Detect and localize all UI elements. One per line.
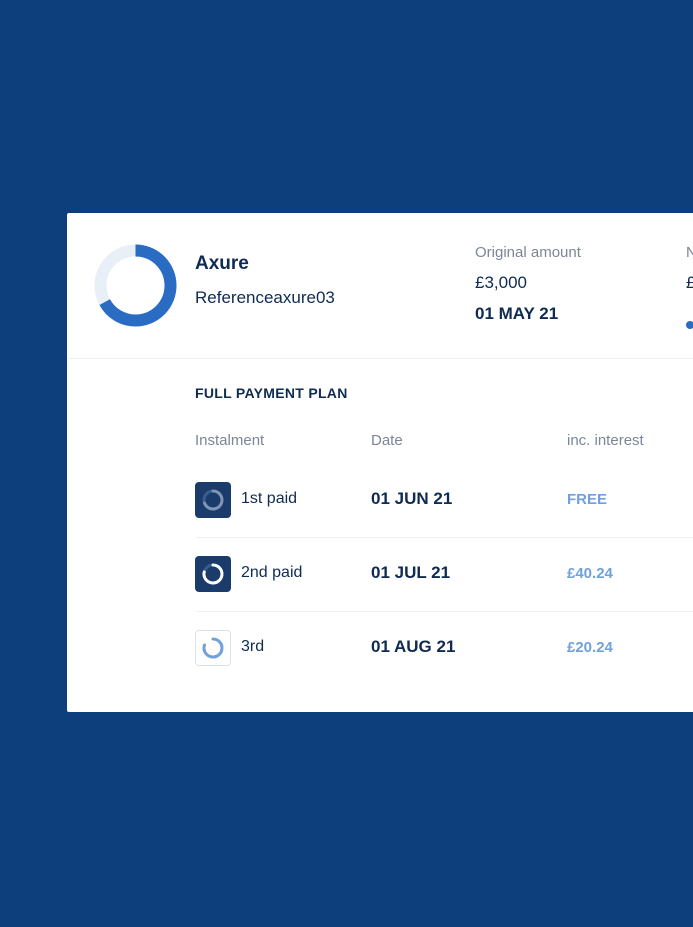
instalment-progress-icon [195, 630, 231, 666]
instalment-label: 2nd paid [241, 564, 303, 581]
plan-title: FULL PAYMENT PLAN [195, 385, 348, 401]
instalment-row: 2nd paid 01 JUL 21 £40.24 [195, 537, 693, 612]
instalment-progress-icon [195, 482, 231, 518]
instalment-row: 1st paid 01 JUN 21 FREE [195, 463, 693, 538]
card-header: Axure Referenceaxure03 Original amount £… [67, 213, 693, 359]
instalment-date: 01 JUN 21 [371, 489, 453, 508]
original-amount-label: Original amount [475, 244, 581, 261]
instalment-label: 3rd [241, 638, 265, 655]
instalment-label: 1st paid [241, 490, 298, 507]
progress-ring-icon [94, 244, 177, 327]
column-header-interest: inc. interest [567, 432, 644, 449]
column-header-date: Date [371, 432, 403, 449]
payment-reference: Referenceaxure03 [195, 288, 335, 307]
progress-indicator-dot [686, 321, 693, 329]
merchant-name: Axure [195, 253, 249, 274]
column-header-instalment: Instalment [195, 432, 265, 449]
instalment-interest: FREE [567, 491, 608, 508]
instalment-row: 3rd 01 AUG 21 £20.24 [195, 611, 693, 685]
next-amount-label: N [686, 244, 693, 261]
instalment-interest: £40.24 [567, 565, 613, 582]
instalment-date: 01 AUG 21 [371, 637, 456, 656]
instalment-interest: £20.24 [567, 639, 613, 656]
instalment-progress-icon [195, 556, 231, 592]
next-amount-value: £ [686, 273, 693, 292]
payment-plan-card: Axure Referenceaxure03 Original amount £… [67, 213, 693, 712]
instalment-date: 01 JUL 21 [371, 563, 451, 582]
original-date: 01 MAY 21 [475, 304, 559, 323]
original-amount-value: £3,000 [475, 273, 527, 292]
